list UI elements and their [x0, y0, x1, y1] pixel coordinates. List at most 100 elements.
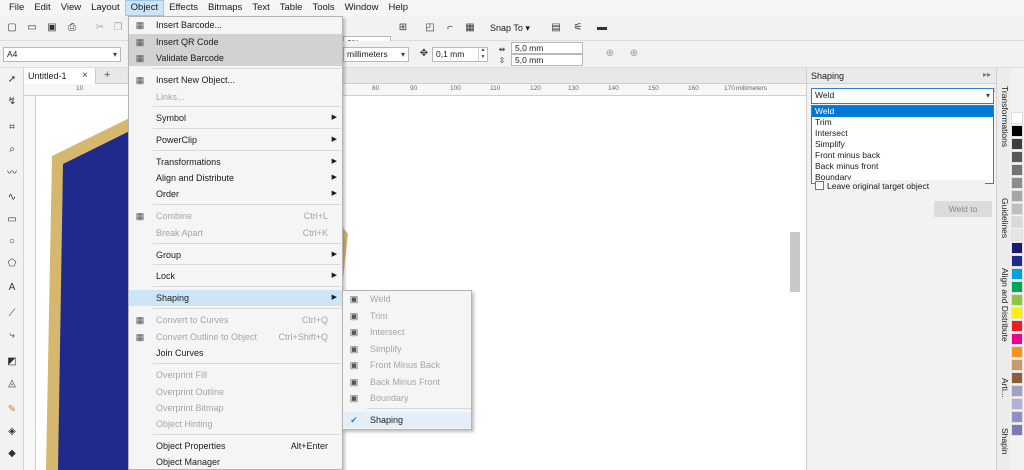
color-swatch[interactable]	[1011, 177, 1023, 189]
full-screen-icon[interactable]: ◰	[424, 22, 436, 34]
shaping-menu-item-shaping[interactable]: ✔ Shaping	[343, 412, 471, 428]
print-icon[interactable]: ⎙	[66, 22, 78, 34]
eyedropper-tool-icon[interactable]: ✎	[6, 404, 18, 416]
object-menu-item-overprint-fill[interactable]: Overprint Fill	[129, 367, 342, 383]
color-swatch[interactable]	[1011, 268, 1023, 280]
smart-fill-icon[interactable]: ◆	[6, 448, 18, 460]
shaping-menu-item-front-minus-back[interactable]: ▣ Front Minus Back	[343, 357, 471, 373]
duplicate-distance-y-input[interactable]: 5,0 mm	[511, 54, 583, 66]
menu-help[interactable]: Help	[383, 0, 413, 16]
add-preset-icon[interactable]: ⊕	[604, 48, 616, 60]
color-swatch[interactable]	[1011, 138, 1023, 150]
zoom-tool-icon[interactable]: ⌕	[6, 144, 18, 156]
color-swatch[interactable]	[1011, 112, 1023, 124]
rectangle-tool-icon[interactable]: ▭	[6, 214, 18, 226]
object-menu-item-shaping[interactable]: Shaping ▶	[129, 290, 342, 306]
object-menu-item-object-manager[interactable]: Object Manager	[129, 454, 342, 470]
menu-text[interactable]: Text	[247, 0, 274, 16]
crop-tool-icon[interactable]: ⌗	[6, 122, 18, 134]
duplicate-distance-x-input[interactable]: 5,0 mm	[511, 42, 583, 54]
shaping-option[interactable]: Back minus front	[812, 161, 993, 172]
object-menu-item-align-and-distribute[interactable]: Align and Distribute ▶	[129, 170, 342, 186]
menu-view[interactable]: View	[56, 0, 86, 16]
open-file-icon[interactable]: ▭	[26, 22, 38, 34]
color-swatch[interactable]	[1011, 359, 1023, 371]
docker-tab[interactable]: Shapin	[998, 428, 1010, 454]
shaping-menu-item-intersect[interactable]: ▣ Intersect	[343, 324, 471, 340]
shaping-type-list[interactable]: Weld Trim Intersect Simplify Front minus bac…	[811, 105, 994, 184]
menu-window[interactable]: Window	[340, 0, 384, 16]
units-select[interactable]: millimeters	[343, 47, 409, 62]
shaping-menu-item-weld[interactable]: ▣ Weld	[343, 291, 471, 307]
shaping-option[interactable]: Front minus back	[812, 150, 993, 161]
shaping-option[interactable]: Weld	[812, 106, 993, 117]
leave-target-checkbox[interactable]	[815, 181, 824, 190]
color-swatch[interactable]	[1011, 385, 1023, 397]
color-swatch[interactable]	[1011, 229, 1023, 241]
object-menu-item-symbol[interactable]: Symbol ▶	[129, 110, 342, 126]
object-menu-item-lock[interactable]: Lock ▶	[129, 268, 342, 284]
docker-tab[interactable]: Arti...	[998, 378, 1010, 398]
polygon-tool-icon[interactable]: ⬠	[6, 258, 18, 270]
grid-icon[interactable]: ▦	[464, 22, 476, 34]
shape-tool-icon[interactable]: ↯	[6, 96, 18, 108]
object-menu-item-links[interactable]: Links...	[129, 89, 342, 105]
shaping-option[interactable]: Intersect	[812, 128, 993, 139]
object-menu-item-overprint-outline[interactable]: Overprint Outline	[129, 384, 342, 400]
shaping-option[interactable]: Trim	[812, 117, 993, 128]
launch-icon[interactable]: ▬	[596, 22, 608, 34]
object-menu-item-join-curves[interactable]: Join Curves	[129, 345, 342, 361]
text-tool-icon[interactable]: A	[6, 282, 18, 294]
color-swatch[interactable]	[1011, 320, 1023, 332]
color-swatch[interactable]	[1011, 398, 1023, 410]
menu-layout[interactable]: Layout	[86, 0, 125, 16]
dimension-tool-icon[interactable]: ⟋	[6, 308, 18, 320]
zoom-to-page-icon[interactable]: ⊞	[397, 22, 409, 34]
options-icon[interactable]: ▤	[550, 22, 562, 34]
pick-tool-icon[interactable]: ➚	[6, 74, 18, 86]
page-size-select[interactable]: A4	[3, 47, 121, 62]
docker-tab[interactable]: Transformations	[998, 86, 1010, 147]
color-swatch[interactable]	[1011, 203, 1023, 215]
color-swatch[interactable]	[1011, 125, 1023, 137]
artistic-media-icon[interactable]: ∿	[6, 192, 18, 204]
rulers-icon[interactable]: ⌐	[444, 22, 456, 34]
menu-object[interactable]: Object	[124, 0, 165, 16]
color-swatch[interactable]	[1011, 294, 1023, 306]
docker-tab[interactable]: Guidelines	[998, 198, 1010, 238]
settings-icon[interactable]: ⚟	[572, 22, 584, 34]
copy-icon[interactable]: ❐	[112, 22, 124, 34]
color-swatch[interactable]	[1011, 333, 1023, 345]
menu-table[interactable]: Table	[275, 0, 308, 16]
cut-icon[interactable]: ✂	[94, 22, 106, 34]
vertical-scrollbar-thumb[interactable]	[790, 232, 800, 292]
object-menu-item-order[interactable]: Order ▶	[129, 186, 342, 202]
object-menu-item-insert-barcode[interactable]: Insert Barcode... ▦	[129, 17, 342, 33]
save-icon[interactable]: ▣	[46, 22, 58, 34]
color-swatch[interactable]	[1011, 307, 1023, 319]
color-swatch[interactable]	[1011, 151, 1023, 163]
docker-tab[interactable]: Align and Distribute	[998, 268, 1010, 342]
connector-tool-icon[interactable]: ⤷	[6, 330, 18, 342]
shaping-type-select[interactable]: Weld	[811, 88, 994, 104]
menu-edit[interactable]: Edit	[29, 0, 55, 16]
color-swatch[interactable]	[1011, 281, 1023, 293]
snap-to-dropdown[interactable]: Snap To ▾	[490, 20, 538, 36]
new-file-icon[interactable]: ▢	[6, 22, 18, 34]
object-menu-item-convert-to-curves[interactable]: Convert to Curves ▦ Ctrl+Q	[129, 312, 342, 328]
object-menu-item-transformations[interactable]: Transformations ▶	[129, 154, 342, 170]
color-swatch[interactable]	[1011, 411, 1023, 423]
color-swatch[interactable]	[1011, 346, 1023, 358]
object-menu-item-insert-qr-code[interactable]: Insert QR Code ▦	[129, 34, 342, 50]
ellipse-tool-icon[interactable]: ○	[6, 236, 18, 248]
color-swatch[interactable]	[1011, 190, 1023, 202]
menu-bitmaps[interactable]: Bitmaps	[203, 0, 247, 16]
shaping-menu-item-trim[interactable]: ▣ Trim	[343, 308, 471, 324]
weld-to-button[interactable]: Weld to	[934, 201, 992, 217]
color-swatch[interactable]	[1011, 242, 1023, 254]
leave-target-option[interactable]: Leave original target object	[815, 180, 985, 192]
menu-file[interactable]: File	[4, 0, 29, 16]
color-swatch[interactable]	[1011, 164, 1023, 176]
docker-expand-icon[interactable]: ▸▸	[983, 70, 991, 79]
menu-effects[interactable]: Effects	[164, 0, 203, 16]
